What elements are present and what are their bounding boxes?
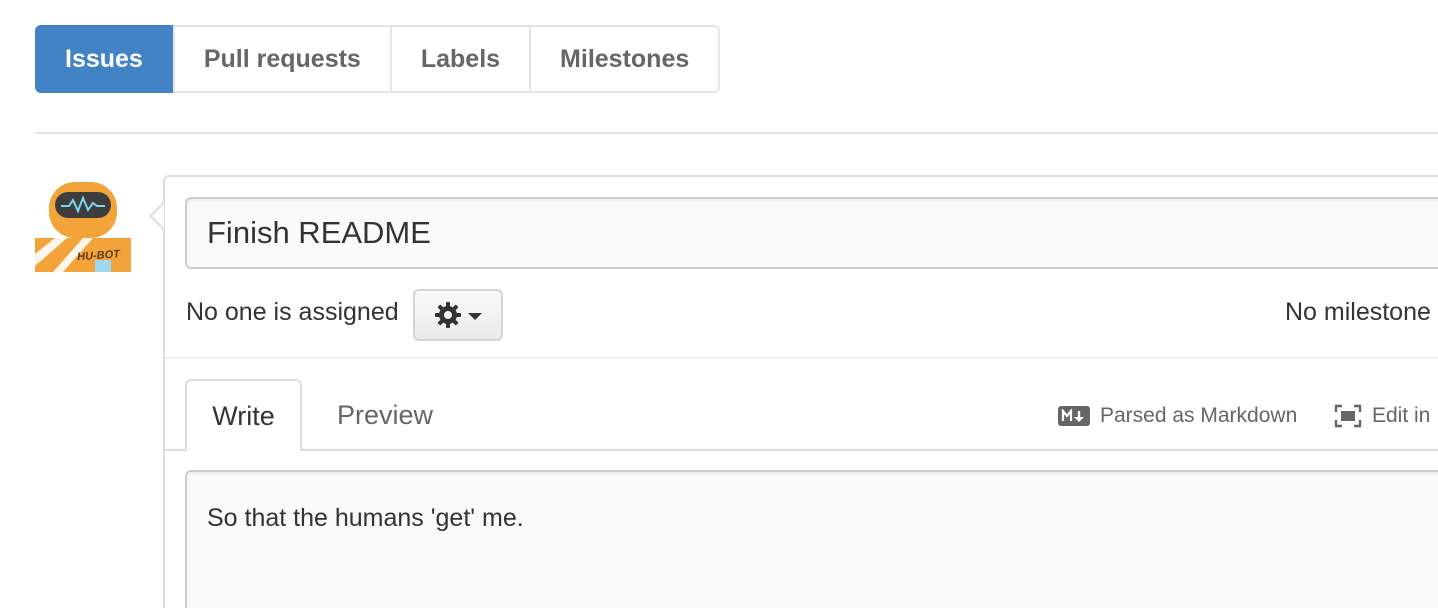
issue-title-input[interactable] xyxy=(185,197,1438,269)
tab-milestones[interactable]: Milestones xyxy=(529,27,718,91)
header-divider xyxy=(35,132,1438,134)
hubot-avatar-icon: HU-BOT xyxy=(35,176,131,272)
markdown-help-link[interactable]: Parsed as Markdown xyxy=(1058,404,1297,428)
tab-write[interactable]: Write xyxy=(185,379,302,451)
meta-divider xyxy=(165,357,1438,359)
fullscreen-icon xyxy=(1334,404,1362,428)
tab-issues[interactable]: Issues xyxy=(35,25,173,93)
markdown-hint-label: Parsed as Markdown xyxy=(1100,404,1298,427)
assignee-status: No one is assigned xyxy=(186,298,399,326)
chevron-down-icon xyxy=(468,312,482,320)
gear-icon xyxy=(435,302,461,328)
issues-subnav: Issues Pull requests Labels Milestones xyxy=(35,25,721,93)
tab-preview[interactable]: Preview xyxy=(305,381,465,449)
tab-labels[interactable]: Labels xyxy=(389,27,529,91)
new-issue-page: Issues Pull requests Labels Milestones H… xyxy=(0,0,1438,608)
fullscreen-edit-link[interactable]: Edit in xyxy=(1334,404,1430,428)
fullscreen-hint-label: Edit in xyxy=(1372,404,1431,427)
tab-pull-requests[interactable]: Pull requests xyxy=(172,27,390,91)
markdown-icon xyxy=(1058,406,1090,426)
discussion-arrow-inner xyxy=(152,204,164,228)
issue-body-textarea[interactable]: So that the humans 'get' me. xyxy=(185,470,1438,608)
avatar[interactable]: HU-BOT xyxy=(35,176,131,272)
milestone-status: No milestone xyxy=(1285,298,1431,326)
tabs-divider xyxy=(165,449,1438,451)
assignee-settings-button[interactable] xyxy=(413,289,503,341)
